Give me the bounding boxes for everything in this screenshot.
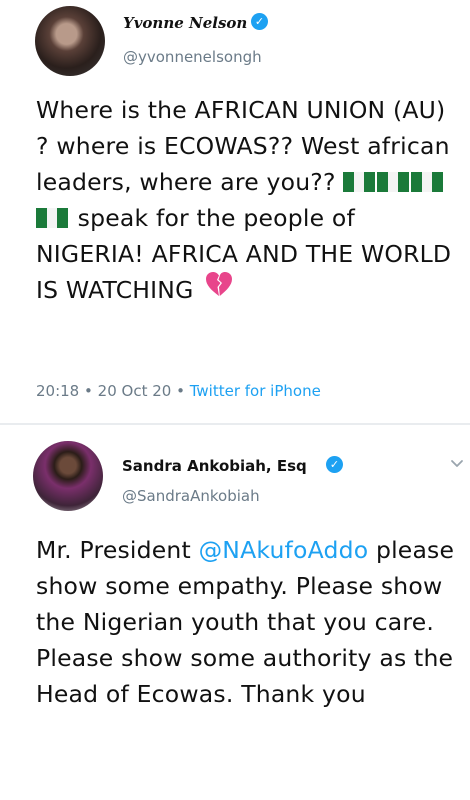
- handle[interactable]: @SandraAnkobiah: [122, 487, 260, 505]
- verified-badge-icon: ✓: [326, 456, 343, 473]
- tweet-text-part2: speak for the people of NIGERIA! AFRICA …: [36, 204, 452, 304]
- broken-heart-icon: [205, 271, 233, 307]
- tweet-yvonne[interactable]: Yvonne Nelson ✓ @yvonnenelsongh Where is…: [0, 0, 470, 425]
- handle[interactable]: @yvonnenelsongh: [123, 48, 262, 66]
- nigeria-flag-icon: [377, 171, 410, 192]
- avatar[interactable]: [33, 441, 103, 511]
- verified-badge-icon: ✓: [251, 13, 268, 30]
- tweet-source[interactable]: Twitter for iPhone: [190, 382, 321, 400]
- avatar[interactable]: [35, 6, 105, 76]
- chevron-down-icon[interactable]: [448, 455, 466, 473]
- meta-separator: •: [176, 382, 185, 400]
- tweet-text: Where is the AFRICAN UNION (AU) ? where …: [36, 92, 456, 310]
- nigeria-flag-icon: [343, 171, 376, 192]
- mention-link[interactable]: @NAkufoAddo: [199, 536, 369, 564]
- display-name[interactable]: Sandra Ankobiah, Esq: [122, 457, 307, 475]
- nigeria-flag-icon: [411, 171, 444, 192]
- display-name[interactable]: Yvonne Nelson: [123, 14, 247, 32]
- tweet-text: Mr. President @NAkufoAddo please show so…: [36, 532, 461, 712]
- tweet-date[interactable]: 20 Oct 20: [98, 382, 172, 400]
- nigeria-flag-icon: [36, 207, 68, 228]
- meta-separator: •: [84, 382, 93, 400]
- tweet-time[interactable]: 20:18: [36, 382, 79, 400]
- tweet-meta: 20:18 • 20 Oct 20 • Twitter for iPhone: [36, 382, 321, 400]
- tweet-text-before-mention: Mr. President: [36, 536, 199, 564]
